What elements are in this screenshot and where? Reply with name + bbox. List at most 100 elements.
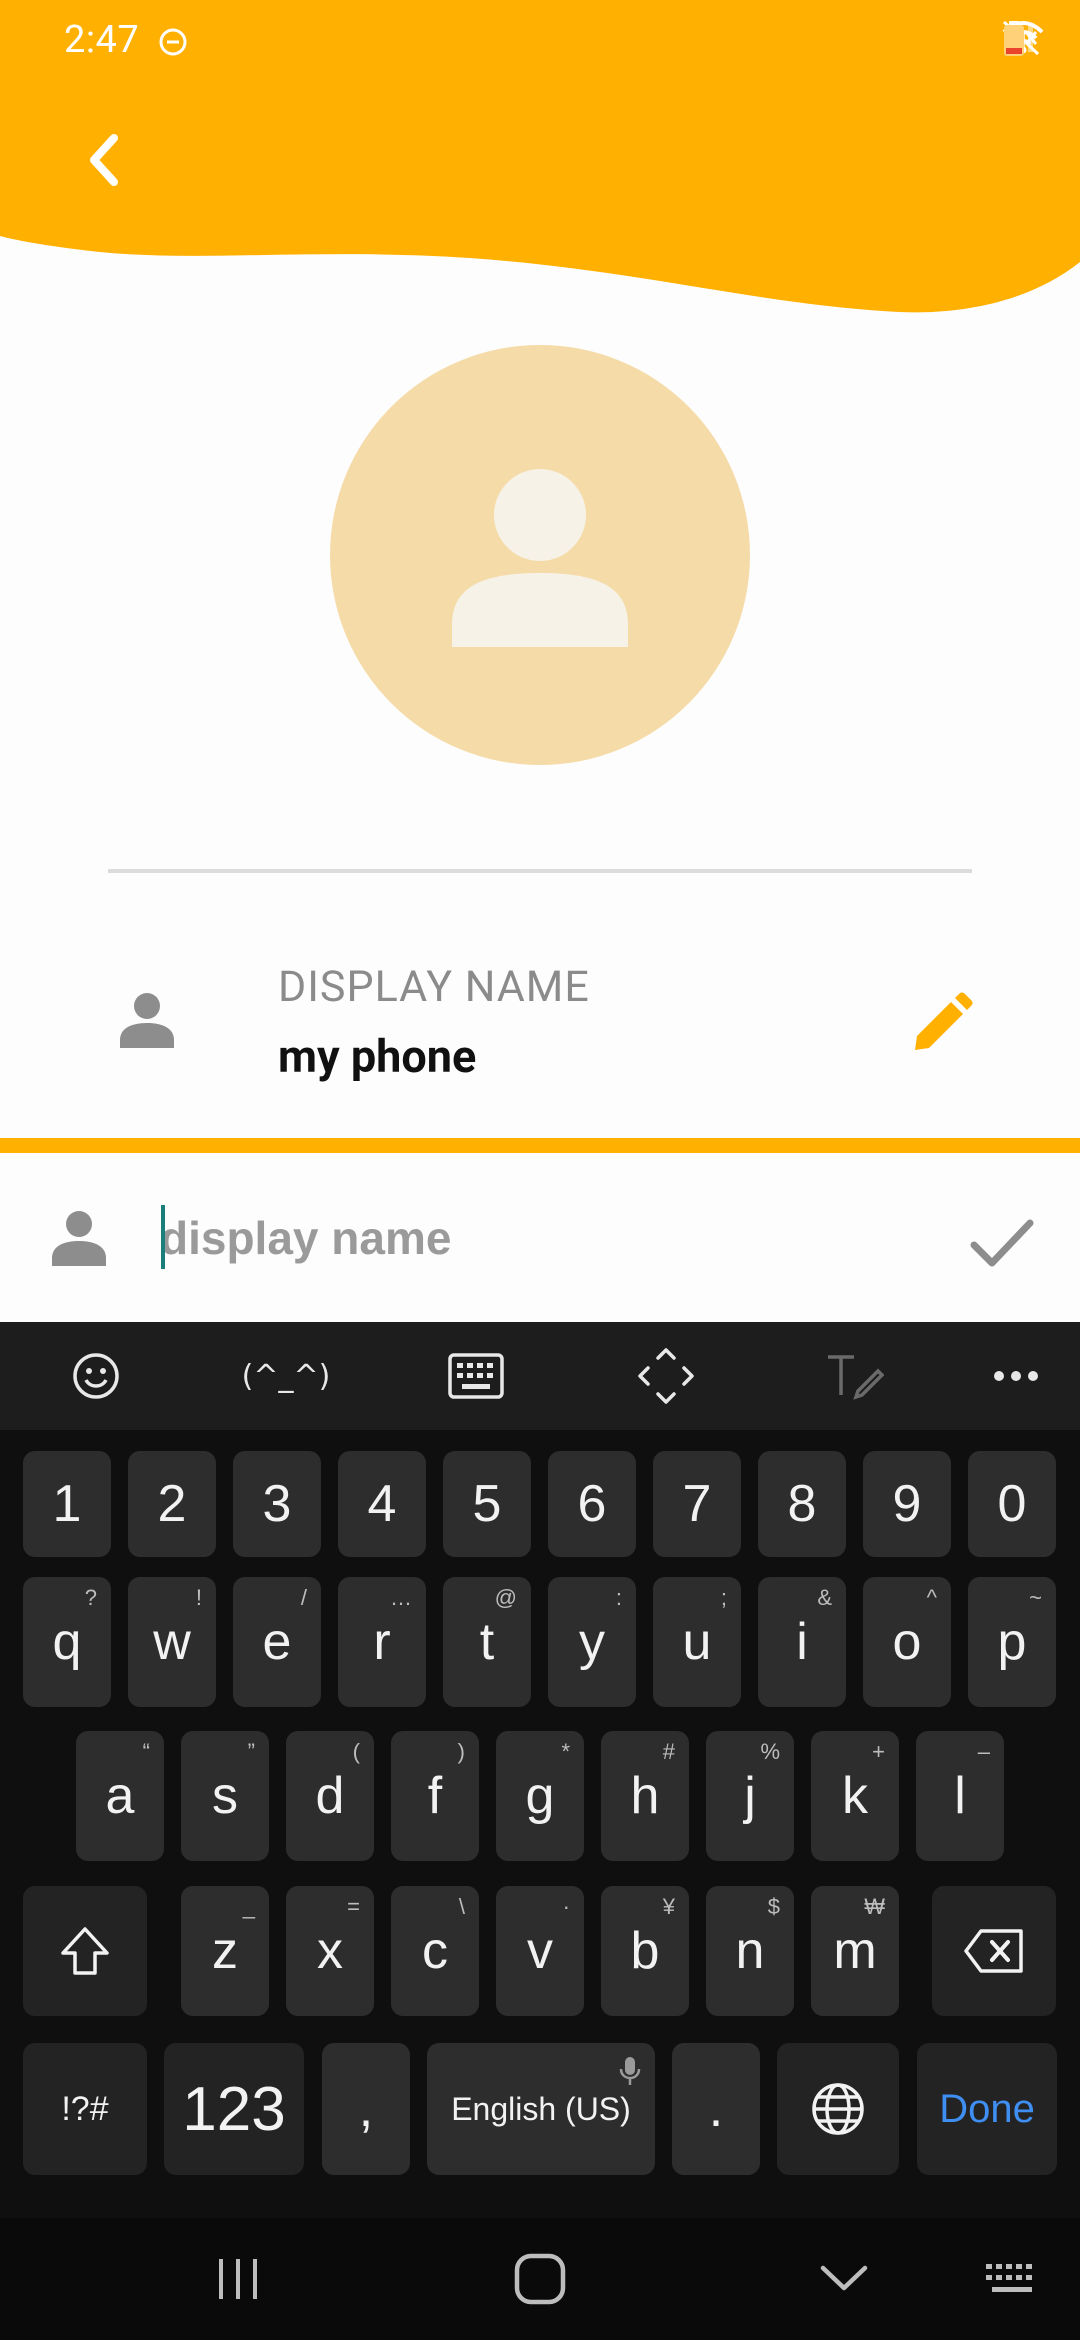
keyboard-toolbar: (^_^) — [0, 1322, 1080, 1430]
key-e[interactable]: e / — [233, 1577, 321, 1707]
emoji-button[interactable] — [66, 1346, 126, 1406]
key-g[interactable]: g * — [496, 1731, 584, 1861]
key-label: m — [833, 1922, 877, 1980]
key-hint: : — [615, 1585, 622, 1610]
display-name-value: my phone — [278, 1030, 477, 1083]
emoji-icon — [73, 1353, 119, 1399]
key-7[interactable]: 7 — [653, 1451, 741, 1557]
key-x[interactable]: x = — [286, 1886, 374, 2016]
period-key[interactable]: . — [672, 2043, 760, 2175]
key-hint: … — [390, 1585, 412, 1610]
key-k[interactable]: k + — [811, 1731, 899, 1861]
key-a[interactable]: a “ — [76, 1731, 164, 1861]
key-m[interactable]: m ₩ — [811, 1886, 899, 2016]
key-label: d — [315, 1767, 345, 1825]
home-button[interactable] — [490, 2242, 590, 2316]
cursor-move-button[interactable] — [636, 1346, 696, 1406]
key-c[interactable]: c \ — [391, 1886, 479, 2016]
display-name-input[interactable] — [160, 1193, 940, 1283]
key-v[interactable]: v · — [496, 1886, 584, 2016]
status-time: 2:47 — [64, 18, 140, 62]
key-label: x — [317, 1922, 343, 1980]
key-hint: ; — [720, 1585, 727, 1610]
key-label: n — [735, 1922, 765, 1980]
backspace-key[interactable] — [932, 1886, 1056, 2016]
key-label: 6 — [577, 1475, 607, 1533]
key-label: r — [373, 1613, 391, 1671]
shift-icon — [61, 1927, 109, 1975]
key-3[interactable]: 3 — [233, 1451, 321, 1557]
done-key[interactable]: Done — [917, 2043, 1057, 2175]
key-label: g — [525, 1767, 555, 1825]
key-d[interactable]: d( — [286, 1731, 374, 1861]
chevron-left-icon — [90, 134, 118, 186]
key-q[interactable]: q? — [23, 1577, 111, 1707]
person-icon — [118, 992, 176, 1052]
comma-key[interactable]: , — [322, 2043, 410, 2175]
key-2[interactable]: 2 — [128, 1451, 216, 1557]
space-key-label: English (US) — [451, 2090, 631, 2127]
more-options-button[interactable] — [986, 1346, 1046, 1406]
key-label: 9 — [892, 1475, 922, 1533]
key-4[interactable]: 4 — [338, 1451, 426, 1557]
key-s[interactable]: s” — [181, 1731, 269, 1861]
space-key[interactable]: English (US) — [427, 2043, 655, 2175]
key-label: h — [630, 1767, 660, 1825]
key-hint: ! — [195, 1585, 202, 1610]
accent-bar — [0, 1138, 1080, 1153]
key-y[interactable]: y: — [548, 1577, 636, 1707]
symbols-key[interactable]: !?# — [23, 2043, 147, 2175]
key-i[interactable]: i & — [758, 1577, 846, 1707]
keyboard-switch-button[interactable] — [962, 2242, 1062, 2316]
key-hint: % — [760, 1739, 780, 1764]
key-label: 0 — [997, 1475, 1027, 1533]
key-9[interactable]: 9 — [863, 1451, 951, 1557]
numbers-key[interactable]: 123 — [164, 2043, 304, 2175]
key-f[interactable]: f) — [391, 1731, 479, 1861]
language-key[interactable] — [777, 2043, 899, 2175]
key-0[interactable]: 0 — [968, 1451, 1056, 1557]
key-6[interactable]: 6 — [548, 1451, 636, 1557]
key-u[interactable]: u; — [653, 1577, 741, 1707]
key-w[interactable]: w! — [128, 1577, 216, 1707]
kaomoji-button[interactable]: (^_^) — [236, 1346, 336, 1406]
key-hint: ( — [352, 1739, 360, 1764]
key-z[interactable]: z _ — [181, 1886, 269, 2016]
hide-keyboard-button[interactable] — [794, 2242, 894, 2316]
key-label: 4 — [367, 1475, 397, 1533]
key-hint: · — [562, 1894, 570, 1919]
key-o[interactable]: o ^ — [863, 1577, 951, 1707]
key-hint: ” — [247, 1739, 255, 1764]
recent-apps-icon — [219, 2259, 257, 2299]
back-button[interactable] — [72, 120, 142, 200]
key-label: a — [105, 1767, 135, 1825]
recent-apps-button[interactable] — [188, 2242, 288, 2316]
confirm-button[interactable] — [968, 1213, 1036, 1273]
edit-display-name-button[interactable] — [905, 990, 975, 1060]
key-r[interactable]: r… — [338, 1577, 426, 1707]
key-label: f — [427, 1767, 443, 1825]
key-label: w — [153, 1613, 191, 1671]
system-nav-bar — [0, 2218, 1080, 2340]
key-p[interactable]: p ~ — [968, 1577, 1056, 1707]
key-h[interactable]: h # — [601, 1731, 689, 1861]
key-label: j — [744, 1767, 756, 1825]
key-j[interactable]: j% — [706, 1731, 794, 1861]
person-placeholder-icon — [452, 469, 628, 647]
key-hint: & — [817, 1585, 832, 1610]
keyboard-settings-button[interactable] — [446, 1346, 506, 1406]
key-n[interactable]: n $ — [706, 1886, 794, 2016]
key-5[interactable]: 5 — [443, 1451, 531, 1557]
key-b[interactable]: b ¥ — [601, 1886, 689, 2016]
handwriting-button[interactable] — [824, 1346, 884, 1406]
key-label: u — [682, 1613, 712, 1671]
shift-key[interactable] — [23, 1886, 147, 2016]
profile-avatar[interactable] — [330, 345, 750, 765]
key-l[interactable]: l – — [916, 1731, 1004, 1861]
key-t[interactable]: t @ — [443, 1577, 531, 1707]
key-label: z — [212, 1922, 238, 1980]
cursor-move-icon — [638, 1348, 694, 1404]
key-8[interactable]: 8 — [758, 1451, 846, 1557]
key-label: p — [997, 1613, 1027, 1671]
key-1[interactable]: 1 — [23, 1451, 111, 1557]
